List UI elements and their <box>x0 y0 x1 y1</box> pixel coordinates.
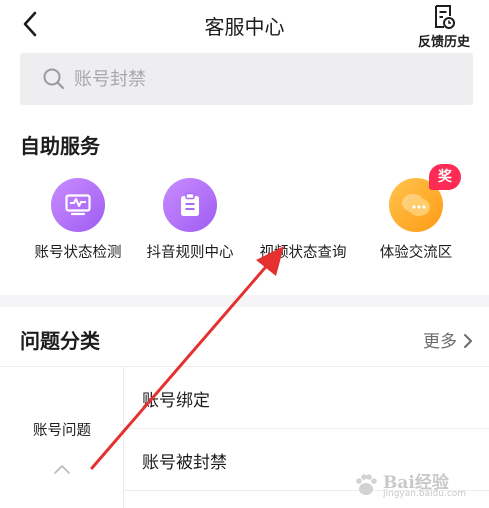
service-label: 抖音规则中心 <box>146 245 234 261</box>
paw-icon <box>356 474 377 495</box>
service-label: 体验交流区 <box>379 245 453 261</box>
section-divider <box>0 295 489 307</box>
feedback-history-button[interactable]: 反馈历史 <box>413 4 475 50</box>
service-account-status-check[interactable]: 账号状态检测 <box>18 172 138 262</box>
more-label: 更多 <box>423 332 457 352</box>
search-input[interactable] <box>74 53 454 105</box>
video-status-icon-placeholder <box>276 178 330 232</box>
category-tab-account[interactable]: 账号问题 <box>0 419 124 440</box>
category-header: 问题分类 更多 <box>0 307 489 367</box>
service-experience-exchange[interactable]: 奖 体验交流区 <box>356 164 476 262</box>
service-label: 视频状态查询 <box>259 245 347 261</box>
chat-bubbles-icon <box>402 194 430 216</box>
category-sidebar: 账号问题 <box>0 367 124 508</box>
rules-center-icon-circle <box>163 178 217 232</box>
question-item[interactable]: 账号绑定 <box>124 367 489 429</box>
baidu-watermark: Bai经验 jingyan.baidu.com <box>353 468 473 502</box>
more-link[interactable]: 更多 <box>423 327 473 352</box>
nav-bar: 客服中心 反馈历史 <box>0 0 489 50</box>
service-label: 账号状态检测 <box>34 245 122 261</box>
clipboard-icon <box>181 192 199 216</box>
question-label: 账号绑定 <box>142 391 210 411</box>
search-icon <box>43 68 65 90</box>
service-video-status-query[interactable]: 视频状态查询 <box>243 172 363 262</box>
experience-exchange-icon-circle: 奖 <box>389 164 461 232</box>
watermark-sub-text: jingyan.baidu.com <box>383 489 467 499</box>
chevron-right-icon <box>464 334 472 348</box>
monitor-pulse-icon <box>65 194 91 216</box>
chevron-up-icon[interactable] <box>52 463 72 475</box>
search-bar[interactable] <box>20 53 473 105</box>
question-label: 账号被封禁 <box>142 453 227 473</box>
feedback-history-label: 反馈历史 <box>417 35 470 50</box>
service-douyin-rules-center[interactable]: 抖音规则中心 <box>130 172 250 262</box>
reward-badge: 奖 <box>429 164 461 190</box>
self-service-grid: 账号状态检测 抖音规则中心 视频状态查询 奖 体验交流区 <box>0 164 489 272</box>
account-status-icon-circle <box>51 178 105 232</box>
category-title: 问题分类 <box>20 329 100 353</box>
document-clock-icon <box>435 5 455 29</box>
self-service-title: 自助服务 <box>20 134 100 158</box>
